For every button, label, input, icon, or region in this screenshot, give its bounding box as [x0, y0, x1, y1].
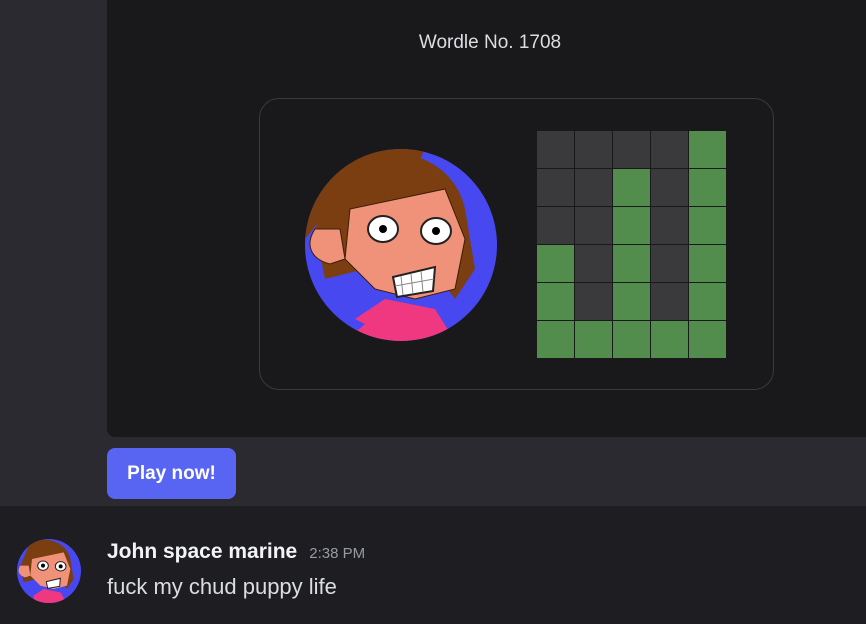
wordle-embed: Wordle No. 1708: [107, 0, 866, 437]
wordle-tile: [613, 207, 650, 244]
wordle-tile: [575, 169, 612, 206]
wordle-tile: [537, 245, 574, 282]
wordle-tile: [613, 283, 650, 320]
chat-view: Wordle No. 1708 Play now! John space mar…: [0, 0, 866, 624]
wordle-tile: [651, 207, 688, 244]
wordle-tile: [575, 321, 612, 358]
message-text: fuck my chud puppy life: [107, 574, 337, 599]
wordle-tile: [613, 321, 650, 358]
wordle-tile: [613, 131, 650, 168]
message: John space marine 2:38 PM fuck my chud p…: [0, 506, 866, 624]
wordle-tile: [575, 283, 612, 320]
wordle-tile: [575, 207, 612, 244]
embed-title: Wordle No. 1708: [418, 32, 562, 53]
wordle-tile: [689, 207, 726, 244]
wordle-tile: [613, 245, 650, 282]
wordle-tile: [651, 321, 688, 358]
wordle-tile: [537, 131, 574, 168]
wordle-tile: [689, 131, 726, 168]
wordle-tile: [537, 207, 574, 244]
wordle-tile: [575, 131, 612, 168]
wordle-tile: [537, 169, 574, 206]
player-avatar-icon: [305, 149, 497, 341]
wordle-tile: [689, 245, 726, 282]
wordle-tile: [537, 321, 574, 358]
wordle-tile: [689, 321, 726, 358]
previous-message-area: Wordle No. 1708 Play now!: [0, 0, 866, 506]
wordle-tile: [651, 283, 688, 320]
wordle-tile: [575, 245, 612, 282]
wordle-tile: [537, 283, 574, 320]
wordle-tile: [613, 169, 650, 206]
wordle-tile: [651, 169, 688, 206]
wordle-tile: [689, 283, 726, 320]
wordle-tile: [651, 131, 688, 168]
wordle-grid: [537, 131, 726, 358]
play-now-button[interactable]: Play now!: [107, 448, 236, 499]
wordle-tile: [651, 245, 688, 282]
user-avatar-icon[interactable]: [17, 539, 81, 603]
wordle-tile: [689, 169, 726, 206]
message-header: John space marine 2:38 PM: [107, 540, 365, 564]
timestamp: 2:38 PM: [309, 545, 366, 562]
username[interactable]: John space marine: [107, 540, 297, 564]
